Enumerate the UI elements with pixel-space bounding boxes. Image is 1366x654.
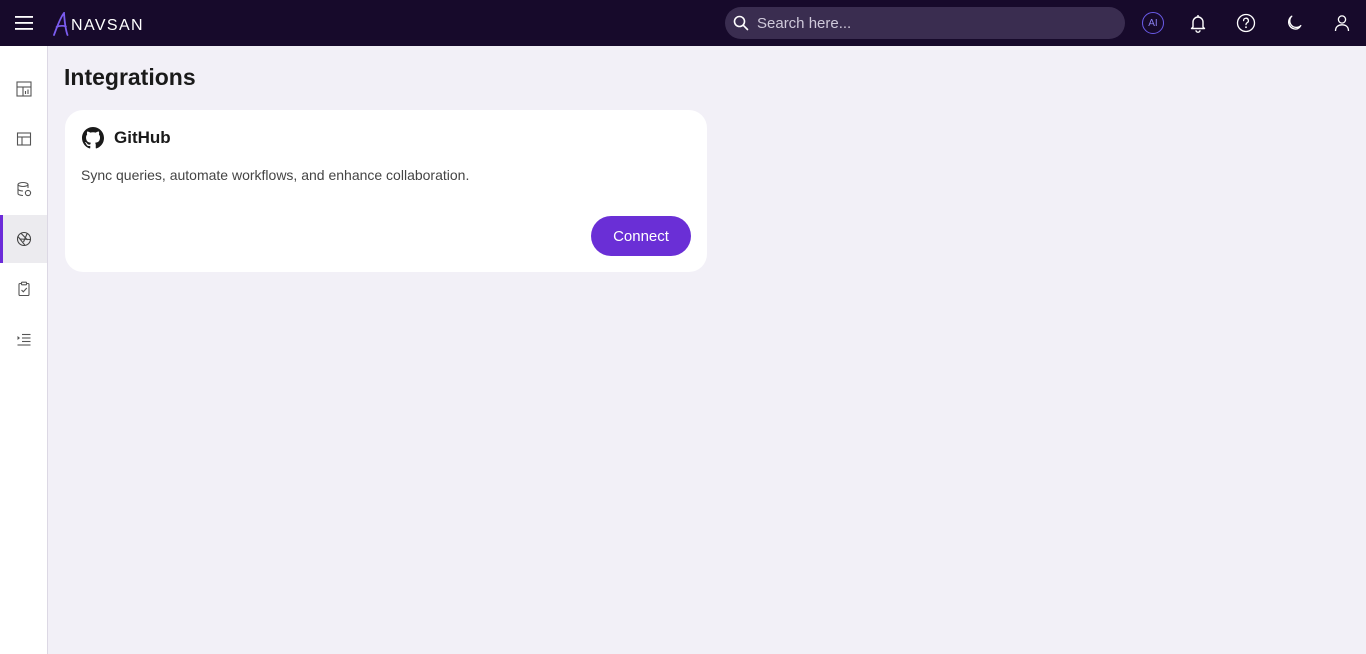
top-bar: NAVSAN AI: [0, 0, 1366, 46]
user-profile-button[interactable]: [1330, 11, 1354, 35]
integration-name: GitHub: [114, 128, 171, 147]
sidebar: [0, 46, 48, 654]
clipboard-check-icon: [17, 281, 30, 297]
page-title: Integrations: [64, 64, 196, 90]
sidebar-item-layout[interactable]: [0, 115, 47, 163]
search-input[interactable]: [757, 14, 1097, 32]
app-logo[interactable]: NAVSAN: [52, 10, 144, 36]
connect-button[interactable]: Connect: [591, 216, 691, 256]
bell-icon: [1190, 15, 1206, 33]
aperture-icon: [16, 231, 31, 247]
github-icon: [82, 127, 104, 149]
moon-icon: [1288, 15, 1302, 30]
sidebar-item-dashboard[interactable]: [0, 65, 47, 113]
sidebar-item-logs[interactable]: [0, 315, 47, 363]
theme-toggle-button[interactable]: [1282, 11, 1306, 35]
search-icon: [733, 15, 749, 31]
logo-text: NAVSAN: [71, 17, 145, 34]
ai-assistant-button[interactable]: AI: [1141, 11, 1165, 35]
user-icon: [1334, 15, 1350, 32]
integration-card-github: GitHub Sync queries, automate workflows,…: [65, 110, 707, 272]
ai-icon: AI: [1142, 12, 1164, 34]
list-indent-icon: [17, 333, 30, 346]
notifications-button[interactable]: [1186, 11, 1210, 35]
layout-icon: [16, 132, 31, 146]
sidebar-item-tasks[interactable]: [0, 265, 47, 313]
database-icon: [16, 181, 31, 197]
help-circle-icon: [1236, 13, 1256, 33]
sidebar-item-integrations[interactable]: [0, 215, 47, 263]
main-content: Integrations GitHub Sync queries, automa…: [48, 46, 1366, 654]
logo-mark-icon: [53, 12, 69, 36]
card-header: GitHub: [82, 127, 171, 149]
search-bar[interactable]: [725, 7, 1125, 39]
sidebar-item-database[interactable]: [0, 165, 47, 213]
menu-icon[interactable]: [14, 13, 34, 33]
dashboard-icon: [15, 81, 32, 97]
integration-description: Sync queries, automate workflows, and en…: [81, 167, 470, 183]
help-button[interactable]: [1234, 11, 1258, 35]
